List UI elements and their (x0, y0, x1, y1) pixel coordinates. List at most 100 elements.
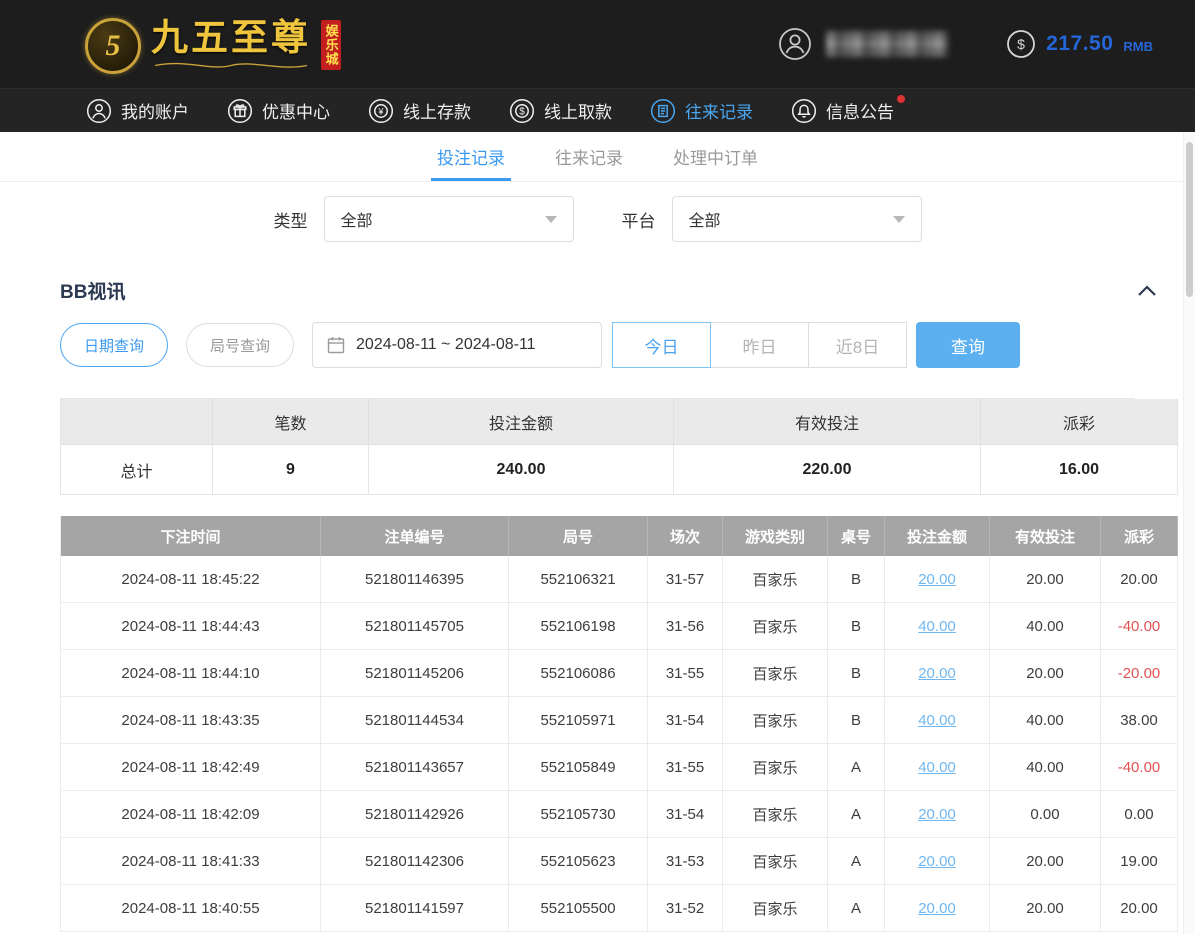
bet-amount-link[interactable]: 20.00 (918, 900, 956, 917)
withdraw-dollar-icon: $ (509, 98, 535, 124)
summary-payout-value: 16.00 (981, 445, 1178, 495)
date-range-input[interactable]: 2024-08-11 ~ 2024-08-11 (312, 322, 602, 368)
tab-bet-records[interactable]: 投注记录 (435, 132, 507, 181)
svg-text:$: $ (519, 106, 525, 117)
balance-group: $ 217.50 RMB (1006, 29, 1153, 59)
deposit-coin-icon: ¥ (368, 98, 394, 124)
cell-valid-bet: 20.00 (990, 650, 1101, 697)
nav-item-withdraw[interactable]: $ 线上取款 (509, 98, 612, 124)
cell-game-type: 百家乐 (723, 603, 828, 650)
scrollbar-thumb[interactable] (1186, 142, 1193, 297)
cell-bet-time: 2024-08-11 18:45:22 (61, 556, 321, 603)
brand-emblem-icon: 5 (85, 18, 141, 74)
nav-item-deposit[interactable]: ¥ 线上存款 (368, 98, 471, 124)
quick-date-group: 今日 昨日 近8日 (612, 322, 907, 368)
cell-bet-amount: 20.00 (885, 885, 990, 932)
cell-session: 31-55 (648, 650, 723, 697)
tab-processing-orders[interactable]: 处理中订单 (671, 132, 760, 181)
bet-table-header-table-no: 桌号 (828, 516, 885, 556)
balance-dollar-icon[interactable]: $ (1006, 29, 1036, 59)
cell-table-no: B (828, 603, 885, 650)
cell-game-type: 百家乐 (723, 744, 828, 791)
tab-transaction-records[interactable]: 往来记录 (553, 132, 625, 181)
bet-amount-link[interactable]: 20.00 (918, 806, 956, 823)
records-tab-bar: 投注记录 往来记录 处理中订单 (0, 132, 1195, 182)
svg-text:¥: ¥ (377, 106, 384, 116)
brand-flourish-ornament (151, 61, 311, 70)
bet-amount-link[interactable]: 20.00 (918, 571, 956, 588)
bet-amount-link[interactable]: 40.00 (918, 618, 956, 635)
svg-text:$: $ (1017, 36, 1025, 52)
cell-bet-id: 521801141597 (321, 885, 509, 932)
cell-bet-time: 2024-08-11 18:44:43 (61, 603, 321, 650)
type-select[interactable]: 全部 (324, 196, 574, 242)
nav-item-announcements[interactable]: 信息公告 (791, 98, 894, 124)
cell-session: 31-54 (648, 791, 723, 838)
collapse-chevron-up-icon[interactable] (1137, 284, 1157, 297)
cell-session: 31-53 (648, 838, 723, 885)
summary-bet-amount-value: 240.00 (369, 445, 674, 495)
cell-bet-time: 2024-08-11 18:40:55 (61, 885, 321, 932)
cell-bet-time: 2024-08-11 18:42:49 (61, 744, 321, 791)
cell-valid-bet: 20.00 (990, 838, 1101, 885)
cell-round-no: 552105500 (509, 885, 648, 932)
brand-emblem-number: 5 (106, 29, 121, 63)
cell-round-no: 552105849 (509, 744, 648, 791)
bet-table-header-bet-time: 下注时间 (61, 516, 321, 556)
brand-logo[interactable]: 5 九五至尊 娱乐城 (85, 14, 341, 74)
bet-amount-link[interactable]: 40.00 (918, 712, 956, 729)
nav-item-my-account[interactable]: 我的账户 (86, 98, 189, 124)
cell-bet-id: 521801142926 (321, 791, 509, 838)
nav-label: 往来记录 (685, 98, 753, 123)
calendar-icon (327, 336, 345, 354)
brand-text-block: 九五至尊 (151, 20, 311, 70)
yesterday-button[interactable]: 昨日 (710, 322, 809, 368)
cell-bet-id: 521801146395 (321, 556, 509, 603)
cell-round-no: 552105971 (509, 697, 648, 744)
cell-game-type: 百家乐 (723, 556, 828, 603)
bet-amount-link[interactable]: 20.00 (918, 665, 956, 682)
cell-bet-time: 2024-08-11 18:41:33 (61, 838, 321, 885)
bet-table-header-payout: 派彩 (1101, 516, 1178, 556)
bet-table: 下注时间注单编号局号场次游戏类别桌号投注金额有效投注派彩2024-08-11 1… (60, 516, 1135, 932)
cell-bet-amount: 20.00 (885, 650, 990, 697)
user-avatar-icon[interactable] (778, 27, 812, 61)
cell-valid-bet: 40.00 (990, 744, 1101, 791)
user-area: $ 217.50 RMB (778, 27, 1153, 61)
query-toolbar: 日期查询 局号查询 2024-08-11 ~ 2024-08-11 今日 昨日 … (0, 322, 1195, 368)
cell-bet-amount: 20.00 (885, 838, 990, 885)
cell-bet-time: 2024-08-11 18:42:09 (61, 791, 321, 838)
scrollbar[interactable] (1183, 132, 1195, 934)
records-document-icon (650, 98, 676, 124)
cell-payout: 20.00 (1101, 556, 1178, 603)
nav-item-promotions[interactable]: 优惠中心 (227, 98, 330, 124)
round-query-button[interactable]: 局号查询 (186, 323, 294, 367)
cell-game-type: 百家乐 (723, 697, 828, 744)
cell-payout: -20.00 (1101, 650, 1178, 697)
summary-header-valid-bet: 有效投注 (674, 399, 981, 445)
bet-amount-link[interactable]: 20.00 (918, 853, 956, 870)
summary-table: 笔数 投注金额 有效投注 派彩 总计 9 240.00 220.00 16.00 (60, 398, 1135, 495)
cell-valid-bet: 40.00 (990, 697, 1101, 744)
date-query-button[interactable]: 日期查询 (60, 323, 168, 367)
last-8-days-button[interactable]: 近8日 (808, 322, 907, 368)
summary-header-count: 笔数 (213, 399, 369, 445)
nav-label: 线上取款 (544, 98, 612, 123)
bet-amount-link[interactable]: 40.00 (918, 759, 956, 776)
cell-session: 31-55 (648, 744, 723, 791)
cell-round-no: 552105730 (509, 791, 648, 838)
cell-round-no: 552106198 (509, 603, 648, 650)
nav-item-transaction-records[interactable]: 往来记录 (650, 98, 753, 124)
cell-game-type: 百家乐 (723, 838, 828, 885)
platform-select[interactable]: 全部 (672, 196, 922, 242)
summary-header-bet-amount: 投注金额 (369, 399, 674, 445)
type-select-value: 全部 (341, 207, 373, 231)
bet-table-header-round-no: 局号 (509, 516, 648, 556)
cell-table-no: A (828, 791, 885, 838)
today-button[interactable]: 今日 (612, 322, 711, 368)
search-button[interactable]: 查询 (916, 322, 1020, 368)
cell-payout: 38.00 (1101, 697, 1178, 744)
top-header: 5 九五至尊 娱乐城 $ 217.50 (0, 0, 1195, 88)
cell-bet-time: 2024-08-11 18:44:10 (61, 650, 321, 697)
summary-count-value: 9 (213, 445, 369, 495)
